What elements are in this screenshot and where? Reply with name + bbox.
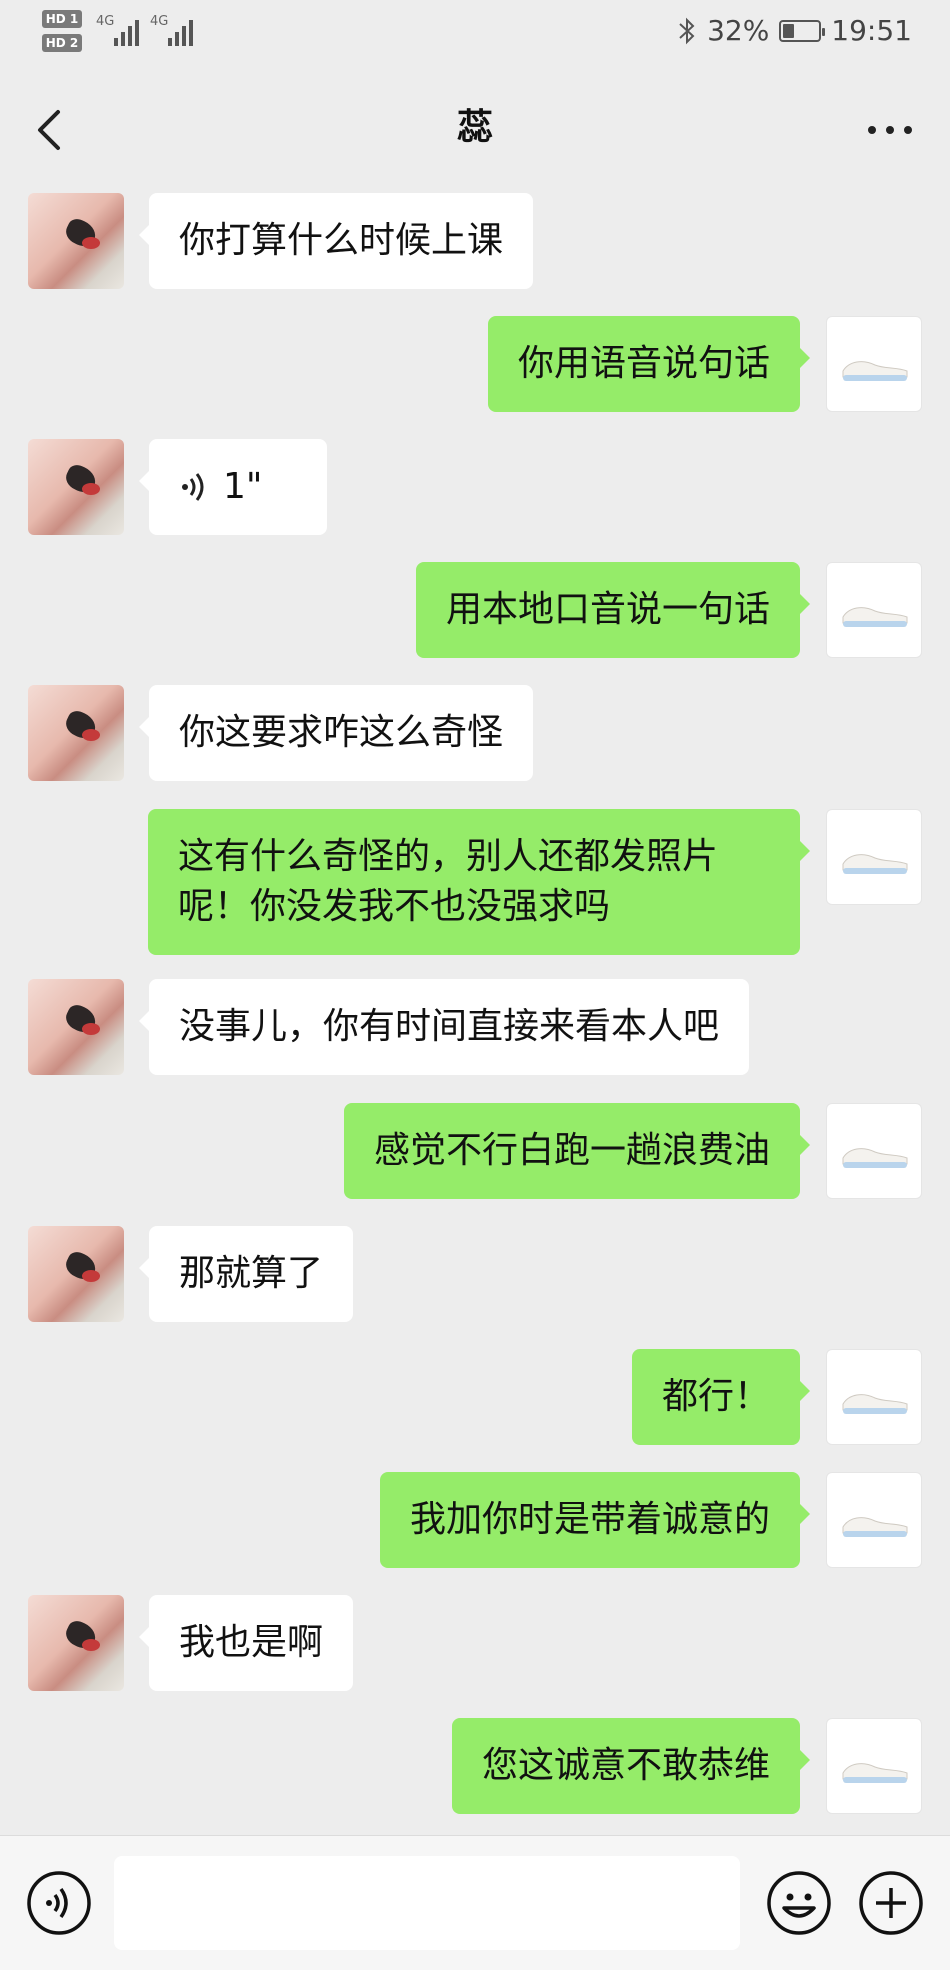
nav-bar: 蕊 xyxy=(0,70,950,185)
my-avatar[interactable] xyxy=(826,1472,922,1568)
signal-bars-1-icon xyxy=(114,18,139,46)
message-bubble-received[interactable]: 那就算了 xyxy=(138,1226,354,1322)
contact-avatar[interactable] xyxy=(28,685,124,781)
message-bubble-sent[interactable]: 你用语音说句话 xyxy=(487,316,811,412)
battery-icon xyxy=(779,19,826,42)
message-bubble-sent[interactable]: 您这诚意不敢恭维 xyxy=(451,1718,811,1814)
network-type-2: 4G xyxy=(150,14,169,29)
contact-avatar[interactable] xyxy=(28,1226,124,1322)
my-avatar[interactable] xyxy=(826,1718,922,1814)
my-avatar[interactable] xyxy=(826,316,922,412)
clock: 19:51 xyxy=(831,14,912,47)
more-functions-button[interactable] xyxy=(856,1868,926,1938)
my-avatar[interactable] xyxy=(826,562,922,658)
emoji-button[interactable] xyxy=(764,1868,834,1938)
sneaker-icon xyxy=(842,361,908,381)
my-avatar[interactable] xyxy=(826,809,922,905)
message-bubble-received[interactable]: 我也是啊 xyxy=(138,1595,354,1691)
my-avatar[interactable] xyxy=(826,1349,922,1445)
message-bubble-sent[interactable]: 我加你时是带着诚意的 xyxy=(379,1472,811,1568)
message-bubble-sent[interactable]: 感觉不行白跑一趟浪费油 xyxy=(343,1103,811,1199)
sim2-badge: HD 2 xyxy=(42,34,82,52)
contact-avatar[interactable] xyxy=(28,979,124,1075)
voice-input-icon xyxy=(27,1871,91,1935)
voice-message-bubble[interactable]: 1" xyxy=(139,439,327,535)
plus-icon xyxy=(859,1871,923,1935)
more-button[interactable] xyxy=(860,100,920,160)
input-bar xyxy=(0,1835,950,1970)
my-avatar[interactable] xyxy=(826,1103,922,1199)
voice-input-button[interactable] xyxy=(24,1868,94,1938)
message-bubble-sent[interactable]: 都行！ xyxy=(631,1349,811,1445)
sneaker-icon xyxy=(842,1394,908,1414)
sneaker-icon xyxy=(842,1763,908,1783)
message-list[interactable]: 你打算什么时候上课 你用语音说句话 1" 用本地口音说一句话 你这要求咋这么奇怪… xyxy=(0,185,950,1835)
contact-avatar[interactable] xyxy=(28,193,124,289)
emoji-icon xyxy=(767,1871,831,1935)
sim1-badge: HD 1 xyxy=(42,10,82,28)
message-bubble-sent[interactable]: 用本地口音说一句话 xyxy=(415,562,811,658)
message-bubble-received[interactable]: 没事儿，你有时间直接来看本人吧 xyxy=(138,979,750,1075)
message-bubble-sent[interactable]: 这有什么奇怪的，别人还都发照片呢！你没发我不也没强求吗 xyxy=(148,809,810,955)
sim-indicators: HD 1 HD 2 xyxy=(42,10,82,58)
bluetooth-icon xyxy=(679,17,695,44)
sneaker-icon xyxy=(842,854,908,874)
contact-avatar[interactable] xyxy=(28,439,124,535)
chat-title: 蕊 xyxy=(456,107,493,148)
battery-percent: 32% xyxy=(707,14,770,47)
contact-avatar[interactable] xyxy=(28,1595,124,1691)
network-type-1: 4G xyxy=(96,14,115,29)
signal-bars-2-icon xyxy=(168,18,193,46)
voice-wave-icon xyxy=(182,473,204,501)
status-bar: HD 1 HD 2 4G 4G 32% 19:51 xyxy=(0,0,950,70)
sneaker-icon xyxy=(842,607,908,627)
message-bubble-received[interactable]: 你这要求咋这么奇怪 xyxy=(138,685,534,781)
sneaker-icon xyxy=(842,1517,908,1537)
sneaker-icon xyxy=(842,1148,908,1168)
message-input[interactable] xyxy=(114,1856,740,1950)
message-bubble-received[interactable]: 你打算什么时候上课 xyxy=(138,193,534,289)
voice-duration: 1" xyxy=(223,466,263,507)
more-dots-icon xyxy=(868,126,912,134)
